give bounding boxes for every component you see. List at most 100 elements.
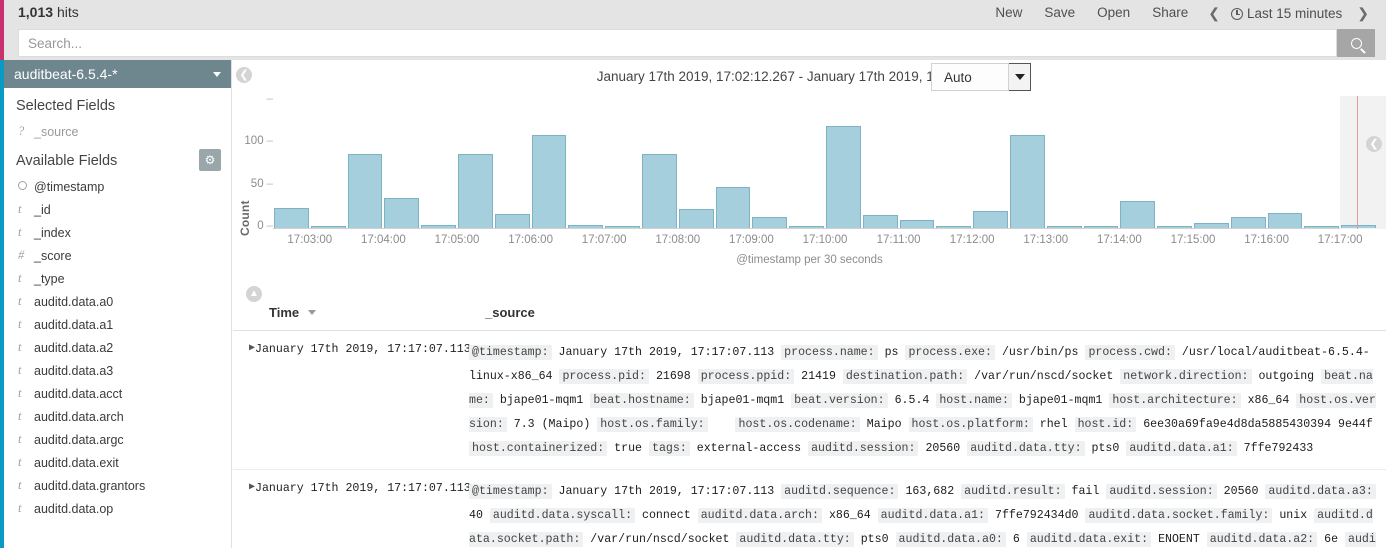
sidebar-field-auditd-data-arch[interactable]: t auditd.data.arch: [4, 405, 231, 428]
search-row: [0, 26, 1386, 60]
caret-right-icon[interactable]: ▶: [233, 341, 255, 461]
source-field-value: /var/run/nscd/socket: [590, 533, 730, 546]
sidebar-field-_score[interactable]: # _score: [4, 244, 231, 267]
source-field-key: host.architecture:: [1109, 393, 1241, 408]
sidebar-field-_type[interactable]: t _type: [4, 267, 231, 290]
source-field-value: fail: [1071, 485, 1100, 498]
sidebar-field-auditd-data-a3[interactable]: t auditd.data.a3: [4, 359, 231, 382]
source-field-key: auditd.data.a1:: [1126, 441, 1237, 456]
histogram-bar[interactable]: [1194, 222, 1229, 228]
histogram-bar[interactable]: [789, 226, 824, 228]
search-icon: [1350, 37, 1362, 49]
histogram-bar[interactable]: [274, 207, 309, 228]
time-prev-icon[interactable]: ❮: [1199, 5, 1229, 22]
histogram-bar[interactable]: [826, 126, 861, 228]
time-range-picker[interactable]: Last 15 minutes: [1229, 6, 1348, 21]
histogram-bar[interactable]: [715, 186, 751, 228]
histogram-bar[interactable]: [1230, 217, 1266, 228]
field-type-icon: t: [18, 501, 22, 515]
nav-open-button[interactable]: Open: [1086, 4, 1141, 22]
source-field-key: @timestamp:: [469, 484, 552, 499]
histogram-bar[interactable]: [1010, 134, 1045, 228]
histogram-bar[interactable]: [421, 225, 456, 228]
histogram-bar[interactable]: [347, 153, 383, 228]
histogram-bar[interactable]: [1157, 226, 1192, 228]
available-fields-label: Available Fields: [16, 153, 118, 169]
histogram-bar[interactable]: [1120, 200, 1156, 228]
nav-share-button[interactable]: Share: [1141, 4, 1199, 22]
field-name: auditd.data.acct: [34, 386, 123, 401]
source-field-value: true: [614, 442, 643, 455]
sidebar-field-auditd-data-exit[interactable]: t auditd.data.exit: [4, 451, 231, 474]
sidebar-field--timestamp[interactable]: @timestamp: [4, 175, 231, 198]
source-field-value: 7.3 (Maipo): [513, 418, 591, 431]
histogram-bar[interactable]: [1304, 226, 1340, 228]
source-field-value: 40: [469, 509, 483, 522]
interval-picker[interactable]: Auto: [931, 63, 1031, 91]
collapse-chart-icon[interactable]: ▲: [246, 286, 262, 302]
histogram-bar[interactable]: [1341, 224, 1376, 228]
field-type-icon: t: [18, 225, 22, 239]
nav-new-button[interactable]: New: [984, 4, 1033, 22]
gear-icon[interactable]: ⚙: [199, 149, 221, 171]
source-field-value: connect: [642, 509, 691, 522]
sidebar-field-auditd-data-a0[interactable]: t auditd.data.a0: [4, 290, 231, 313]
source-field-value: pts0: [860, 533, 889, 546]
source-field-key: auditd.data.a3:: [1265, 484, 1376, 499]
chevron-down-icon: [213, 72, 221, 77]
column-header-time[interactable]: Time: [233, 305, 485, 320]
histogram-bar[interactable]: [310, 226, 346, 228]
histogram-bar[interactable]: [531, 134, 567, 228]
source-field-key: auditd.data.socket.family:: [1085, 508, 1273, 523]
histogram-bar[interactable]: [605, 226, 640, 228]
sidebar-field-auditd-data-argc[interactable]: t auditd.data.argc: [4, 428, 231, 451]
time-next-icon[interactable]: ❯: [1348, 5, 1378, 22]
histogram-bar[interactable]: [458, 153, 493, 228]
search-button[interactable]: [1337, 29, 1375, 57]
x-axis-tick-label: 17:08:00: [655, 234, 701, 246]
interval-dropdown-icon[interactable]: [1009, 63, 1031, 91]
table-row[interactable]: ▶ January 17th 2019, 17:17:07.113 @timesta…: [233, 331, 1386, 470]
x-axis-title: @timestamp per 30 seconds: [736, 254, 883, 266]
collapse-chart-right-icon[interactable]: ❮: [1366, 136, 1382, 152]
histogram-bar[interactable]: [1267, 212, 1303, 228]
interval-value[interactable]: Auto: [931, 63, 1009, 91]
search-input[interactable]: [18, 29, 1337, 57]
source-field-key: auditd.data.a2:: [1206, 532, 1318, 547]
histogram-bar[interactable]: [1046, 226, 1082, 228]
sidebar-field-_id[interactable]: t _id: [4, 198, 231, 221]
field-type-icon: ?: [18, 124, 25, 138]
sidebar-field-_index[interactable]: t _index: [4, 221, 231, 244]
histogram-bar[interactable]: [862, 215, 898, 228]
y-axis-tick-label: 0–: [257, 220, 273, 232]
histogram-bar[interactable]: [936, 226, 972, 228]
sidebar-field-auditd-data-op[interactable]: t auditd.data.op: [4, 497, 231, 520]
histogram-bar[interactable]: [752, 217, 788, 228]
source-field-key: auditd.data.tty:: [967, 441, 1085, 456]
histogram-bar[interactable]: [384, 197, 420, 228]
field-type-icon: t: [18, 432, 22, 446]
sidebar-field-auditd-data-grantors[interactable]: t auditd.data.grantors: [4, 474, 231, 497]
sort-desc-icon[interactable]: [307, 310, 316, 315]
source-field-key: auditd.session:: [1106, 484, 1217, 499]
index-pattern-selector[interactable]: auditbeat-6.5.4-*: [4, 60, 231, 88]
histogram-bar[interactable]: [973, 211, 1008, 228]
histogram-bar[interactable]: [678, 209, 714, 228]
selected-field-source[interactable]: ? _source: [4, 120, 231, 143]
sidebar-field-auditd-data-a2[interactable]: t auditd.data.a2: [4, 336, 231, 359]
sidebar-field-auditd-data-a1[interactable]: t auditd.data.a1: [4, 313, 231, 336]
source-field-value: bjape01-mqm1: [1018, 394, 1103, 407]
histogram-bar[interactable]: [1083, 226, 1119, 228]
nav-save-button[interactable]: Save: [1033, 4, 1086, 22]
hits-number: 1,013: [18, 4, 54, 20]
sidebar-field-auditd-data-acct[interactable]: t auditd.data.acct: [4, 382, 231, 405]
x-axis-tick-label: 17:09:00: [729, 234, 774, 246]
histogram-bar[interactable]: [642, 153, 677, 228]
column-header-source[interactable]: _source: [485, 305, 1386, 320]
caret-right-icon[interactable]: ▶: [233, 480, 255, 548]
source-field-value: 163,682: [905, 485, 955, 498]
table-row[interactable]: ▶ January 17th 2019, 17:17:07.113 @timesta…: [233, 470, 1386, 548]
histogram-bar[interactable]: [568, 224, 604, 228]
histogram-bar[interactable]: [899, 219, 935, 228]
histogram-bar[interactable]: [494, 213, 530, 228]
